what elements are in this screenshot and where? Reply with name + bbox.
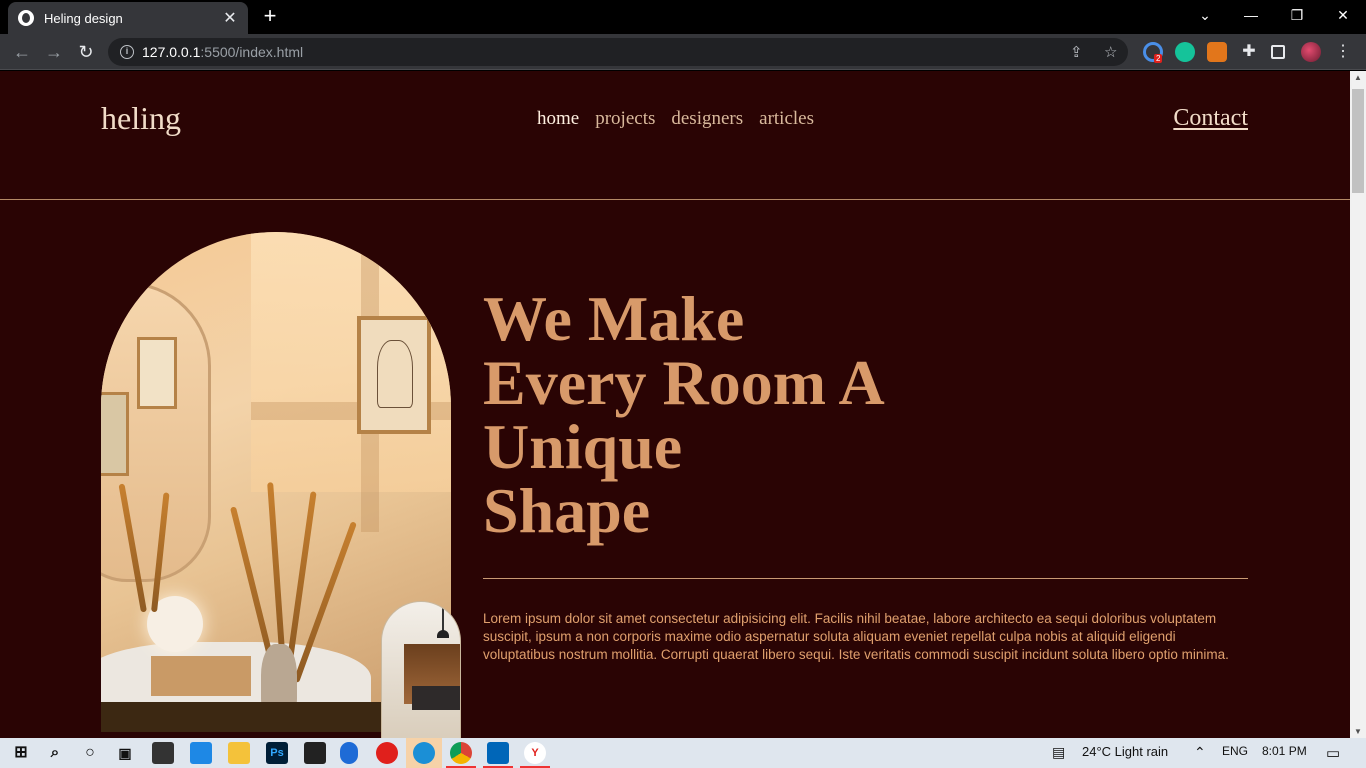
side-table xyxy=(151,656,251,696)
weather-text[interactable]: 24°C Light rain xyxy=(1082,744,1168,759)
hero-headline: We Make Every Room A Unique Shape xyxy=(483,287,983,543)
task-view-icon[interactable]: ▣ xyxy=(114,742,136,764)
headline-line: Every Room A xyxy=(483,347,885,418)
close-window-button[interactable]: ✕ xyxy=(1320,0,1366,30)
page-scrollbar[interactable]: ▲ ▼ xyxy=(1350,71,1366,738)
site-info-icon[interactable]: i xyxy=(120,45,134,59)
weather-icon[interactable]: ▤ xyxy=(1052,744,1065,761)
main-nav: home projects designers articles xyxy=(537,108,814,130)
bluetooth-icon[interactable] xyxy=(340,742,358,764)
tab-title: Heling design xyxy=(44,10,123,26)
back-icon[interactable]: ← xyxy=(10,40,34,64)
url-host: 127.0.0.1 xyxy=(142,44,201,60)
browser-toolbar: ← → ↻ i 127.0.0.1 :5500/index.html ⇪ ☆ 2… xyxy=(0,34,1366,70)
opera-icon[interactable] xyxy=(376,742,398,764)
yandex-icon[interactable]: Y xyxy=(524,742,546,764)
address-bar[interactable]: i 127.0.0.1 :5500/index.html ⇪ ☆ xyxy=(108,38,1128,66)
metamask-icon[interactable] xyxy=(1207,42,1227,62)
reload-icon[interactable]: ↻ xyxy=(74,40,98,64)
headline-line: Shape xyxy=(483,475,651,546)
hero-divider xyxy=(483,578,1248,579)
scrollbar-thumb[interactable] xyxy=(1352,89,1364,193)
more-menu-icon[interactable]: ⋮ xyxy=(1333,42,1353,62)
nav-articles[interactable]: articles xyxy=(759,108,814,130)
page-content: heling home projects designers articles … xyxy=(0,71,1350,738)
headline-line: We Make xyxy=(483,283,745,354)
nav-projects[interactable]: projects xyxy=(595,108,655,130)
picture-frame xyxy=(101,392,129,476)
terminal-icon[interactable] xyxy=(304,742,326,764)
chevron-up-icon[interactable]: ⌃ xyxy=(1194,744,1206,761)
picture-frame xyxy=(357,316,431,434)
extension-badge: 2 xyxy=(1154,54,1163,63)
photoshop-icon[interactable]: Ps xyxy=(266,742,288,764)
cortana-icon[interactable]: ○ xyxy=(79,742,101,764)
os-taskbar: ⊞ ⌕ ○ ▣ Ps Y ▤ 24°C Light rain ⌃ ENG 8:0… xyxy=(0,738,1366,768)
profile-avatar[interactable] xyxy=(1301,42,1321,62)
picture-frame xyxy=(137,337,177,409)
grammarly-icon[interactable] xyxy=(1175,42,1195,62)
minimize-button[interactable]: — xyxy=(1228,0,1274,30)
extensions-puzzle-icon[interactable]: ✚ xyxy=(1239,42,1259,62)
chrome-icon[interactable] xyxy=(450,742,472,764)
url-path: :5500/index.html xyxy=(200,44,304,60)
vscode-icon[interactable] xyxy=(487,742,509,764)
tab-search-icon[interactable]: ⌄ xyxy=(1182,0,1228,30)
nav-designers[interactable]: designers xyxy=(671,108,743,130)
headline-line: Unique xyxy=(483,411,683,482)
windows-start-icon[interactable]: ⊞ xyxy=(10,742,32,764)
extension-icon[interactable]: 2 xyxy=(1143,42,1163,63)
language-indicator[interactable]: ENG xyxy=(1222,744,1248,758)
store-icon[interactable] xyxy=(152,742,174,764)
scroll-up-icon[interactable]: ▲ xyxy=(1350,73,1366,82)
search-icon[interactable]: ⌕ xyxy=(44,742,66,764)
file-explorer-icon[interactable] xyxy=(228,742,250,764)
scroll-down-icon[interactable]: ▼ xyxy=(1350,727,1366,736)
edge-icon[interactable] xyxy=(413,742,435,764)
hero-paragraph: Lorem ipsum dolor sit amet consectetur a… xyxy=(483,611,1229,662)
tab-close-icon[interactable]: ✕ xyxy=(222,8,238,28)
browser-tab[interactable]: Heling design ✕ xyxy=(8,2,248,34)
share-icon[interactable]: ⇪ xyxy=(1070,43,1083,61)
site-logo[interactable]: heling xyxy=(101,100,181,137)
header-divider xyxy=(0,199,1350,200)
mail-icon[interactable] xyxy=(190,742,212,764)
globe-icon xyxy=(18,10,34,26)
new-tab-button[interactable]: + xyxy=(258,4,282,28)
nav-home[interactable]: home xyxy=(537,108,579,130)
clock[interactable]: 8:01 PM xyxy=(1262,744,1307,758)
notifications-icon[interactable]: ▭ xyxy=(1326,744,1340,762)
side-panel-icon[interactable] xyxy=(1271,45,1285,59)
kitchen-thumbnail-image xyxy=(381,601,461,738)
bookmark-star-icon[interactable]: ☆ xyxy=(1104,43,1117,61)
forward-icon[interactable]: → xyxy=(42,40,66,64)
restore-button[interactable]: ❐ xyxy=(1274,0,1320,30)
contact-link[interactable]: Contact xyxy=(1173,105,1248,132)
browser-tab-strip: Heling design ✕ + ⌄ — ❐ ✕ xyxy=(0,0,1366,34)
